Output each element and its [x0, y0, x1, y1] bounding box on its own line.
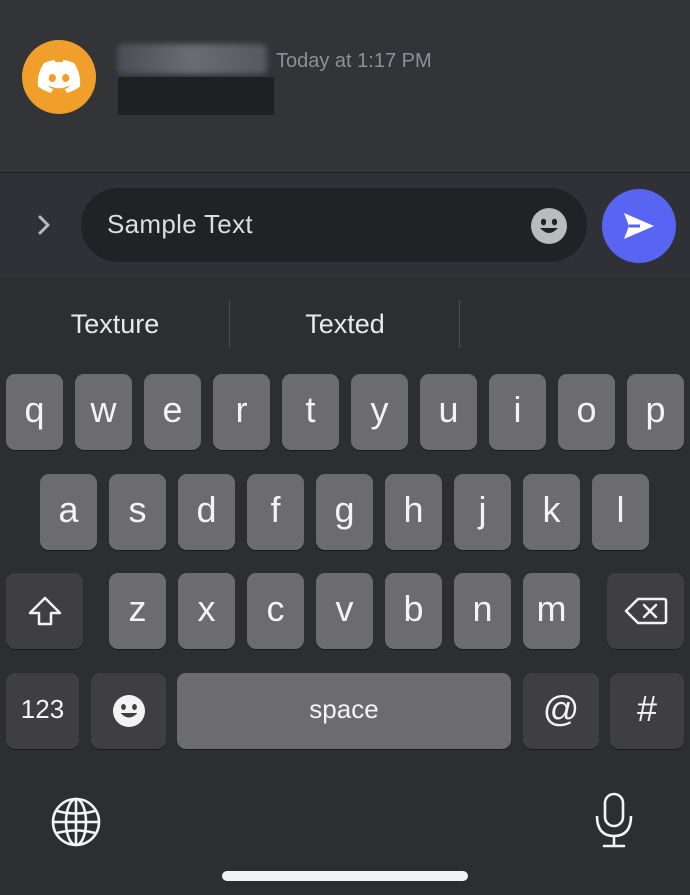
key-c[interactable]: c	[247, 573, 304, 649]
key-z[interactable]: z	[109, 573, 166, 649]
smiley-icon	[112, 695, 145, 727]
key-b[interactable]: b	[385, 573, 442, 649]
hash-key[interactable]: #	[610, 673, 684, 749]
key-label: b	[403, 588, 424, 629]
suggestion-3[interactable]	[460, 278, 690, 370]
key-label: 123	[20, 694, 65, 724]
globe-button[interactable]	[50, 796, 102, 848]
key-label: w	[90, 389, 117, 430]
key-r[interactable]: r	[213, 374, 270, 450]
key-v[interactable]: v	[316, 573, 373, 649]
home-indicator[interactable]	[222, 871, 468, 881]
backspace-icon	[624, 597, 667, 625]
key-label: a	[58, 489, 79, 530]
key-f[interactable]: f	[247, 474, 304, 550]
key-k[interactable]: k	[523, 474, 580, 550]
key-g[interactable]: g	[316, 474, 373, 550]
key-a[interactable]: a	[40, 474, 97, 550]
key-j[interactable]: j	[454, 474, 511, 550]
key-label: v	[335, 588, 354, 629]
key-label: s	[128, 489, 147, 530]
key-label: i	[513, 389, 522, 430]
key-label: @	[542, 688, 580, 729]
globe-icon	[51, 797, 101, 847]
key-label: u	[438, 389, 459, 430]
dictation-button[interactable]	[592, 792, 636, 850]
expand-button[interactable]	[30, 211, 58, 239]
shift-key[interactable]	[6, 573, 83, 649]
discord-logo-icon	[37, 60, 81, 93]
key-o[interactable]: o	[558, 374, 615, 450]
send-button[interactable]	[602, 189, 676, 263]
numbers-key[interactable]: 123	[6, 673, 79, 749]
key-label: g	[334, 489, 355, 530]
key-label: f	[270, 489, 281, 530]
key-q[interactable]: q	[6, 374, 63, 450]
backspace-key[interactable]	[607, 573, 684, 649]
shift-arrow-icon	[28, 596, 61, 626]
key-label: h	[403, 489, 424, 530]
key-t[interactable]: t	[282, 374, 339, 450]
key-e[interactable]: e	[144, 374, 201, 450]
key-m[interactable]: m	[523, 573, 580, 649]
key-label: j	[478, 489, 487, 530]
key-label: c	[266, 588, 285, 629]
key-label: q	[24, 389, 45, 430]
key-w[interactable]: w	[75, 374, 132, 450]
key-label: space	[309, 694, 379, 724]
emoji-key[interactable]	[91, 673, 166, 749]
key-l[interactable]: l	[592, 474, 649, 550]
key-i[interactable]: i	[489, 374, 546, 450]
key-label: p	[645, 389, 666, 430]
message-timestamp: Today at 1:17 PM	[276, 50, 432, 72]
chat-area: Today at 1:17 PM	[0, 0, 690, 172]
key-d[interactable]: d	[178, 474, 235, 550]
space-key[interactable]: space	[177, 673, 511, 749]
key-y[interactable]: y	[351, 374, 408, 450]
key-label: r	[235, 389, 248, 430]
key-label: t	[305, 389, 316, 430]
key-label: e	[162, 389, 183, 430]
key-s[interactable]: s	[109, 474, 166, 550]
microphone-icon	[595, 792, 633, 848]
send-arrow-icon	[624, 213, 654, 239]
smiley-icon	[540, 218, 558, 233]
suggestion-2[interactable]: Texted	[230, 278, 460, 370]
key-label: m	[536, 588, 567, 629]
chevron-right-icon	[38, 215, 50, 235]
on-screen-keyboard: Texture Texted q w e r t y u i o p a s d…	[0, 278, 690, 895]
key-x[interactable]: x	[178, 573, 235, 649]
message-content-redacted	[118, 77, 274, 115]
key-label: x	[197, 588, 216, 629]
message-input-value: Sample Text	[107, 209, 253, 239]
suggestion-1[interactable]: Texture	[0, 278, 230, 370]
key-label: n	[472, 588, 493, 629]
key-label: l	[616, 489, 625, 530]
key-u[interactable]: u	[420, 374, 477, 450]
key-label: o	[576, 389, 597, 430]
username-blurred[interactable]	[117, 44, 267, 74]
avatar[interactable]	[22, 40, 96, 114]
key-label: k	[542, 489, 561, 530]
emoji-button[interactable]	[531, 208, 567, 244]
key-label: y	[370, 389, 389, 430]
key-label: #	[636, 688, 658, 729]
at-key[interactable]: @	[523, 673, 599, 749]
key-n[interactable]: n	[454, 573, 511, 649]
key-p[interactable]: p	[627, 374, 684, 450]
message-composer: Sample Text	[0, 172, 690, 279]
key-label: z	[128, 588, 147, 629]
key-label: d	[196, 489, 217, 530]
message-input[interactable]: Sample Text	[81, 188, 587, 262]
key-h[interactable]: h	[385, 474, 442, 550]
